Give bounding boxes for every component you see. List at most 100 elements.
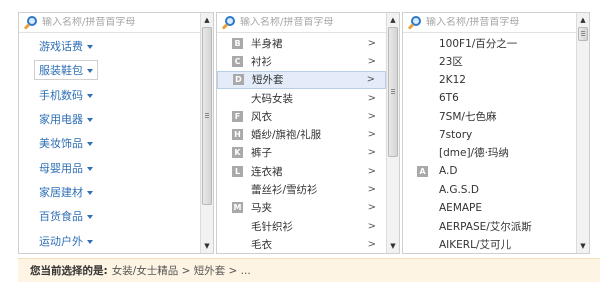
chevron-right-icon: > — [367, 92, 376, 104]
category-item[interactable]: 游戏话费 — [19, 34, 200, 58]
category-label[interactable]: 家用电器 — [39, 113, 83, 126]
index-letter-badge — [417, 38, 428, 49]
subcategory-item[interactable]: B 半身裙 > — [217, 34, 386, 52]
brand-item[interactable]: [dme]/德·玛纳 — [403, 144, 576, 162]
chevron-right-icon: > — [367, 220, 376, 232]
brand-list: 100F1/百分之一 23区 2K12 6T6 7SM/七色麻 7story [dme]/德… — [403, 34, 576, 253]
brand-item[interactable]: 6T6 — [403, 89, 576, 107]
search-icon — [407, 15, 423, 30]
dropdown-arrow-icon — [87, 166, 93, 171]
category-search-input[interactable] — [42, 17, 182, 28]
brand-label: 7SM/七色麻 — [439, 110, 497, 123]
brand-search-input[interactable] — [426, 17, 566, 28]
category-label[interactable]: 服装鞋包 — [39, 64, 83, 77]
brand-label: AIKERL/艾可儿 — [439, 238, 511, 251]
brand-item[interactable]: 2K12 — [403, 71, 576, 89]
brand-label: 23区 — [439, 55, 463, 68]
dropdown-arrow-icon — [87, 69, 93, 74]
index-letter-badge — [417, 147, 428, 158]
brand-label: A.D — [439, 165, 458, 178]
subcategory-item[interactable]: 大码女装 > — [217, 89, 386, 107]
index-letter-badge: D — [233, 74, 244, 86]
subcategory-panel: B 半身裙 > C 衬衫 > D 短外套 > 大码女装 > F 风衣 > H 婚纱/旗袍/礼服 > K 裤子 > L 连衣… — [216, 12, 400, 254]
category-label[interactable]: 手机数码 — [39, 89, 83, 102]
category-item[interactable]: 家居建材 — [19, 180, 200, 204]
subcategory-item[interactable]: 毛针织衫 > — [217, 217, 386, 235]
brand-item[interactable]: AERPASE/艾尔派斯 — [403, 217, 576, 235]
subcategory-scrollbar[interactable]: ▲ ▼ — [386, 13, 399, 253]
subcategory-item-selected[interactable]: D 短外套 > — [217, 70, 386, 89]
category-item[interactable]: 运动户外 — [19, 228, 200, 252]
chevron-right-icon: > — [367, 110, 376, 122]
subcategory-label: 大码女装 — [251, 92, 293, 105]
subcategory-item[interactable]: H 婚纱/旗袍/礼服 > — [217, 125, 386, 143]
subcategory-item[interactable]: 蕾丝衫/雪纺衫 > — [217, 180, 386, 198]
selection-path-bar: 您当前选择的是: 女装/女士精品 > 短外套 > ... — [18, 258, 600, 282]
scroll-thumb[interactable] — [578, 27, 588, 41]
category-label[interactable]: 母婴用品 — [39, 162, 83, 175]
brand-panel: 100F1/百分之一 23区 2K12 6T6 7SM/七色麻 7story [dme]/德… — [402, 12, 590, 254]
category-item[interactable]: 手机数码 — [19, 83, 200, 107]
index-letter-badge: L — [232, 165, 243, 177]
category-label[interactable]: 游戏话费 — [39, 40, 83, 53]
category-label[interactable]: 美妆饰品 — [39, 137, 83, 150]
scroll-up-icon[interactable]: ▲ — [201, 14, 213, 26]
dropdown-arrow-icon — [87, 239, 93, 244]
chevron-right-icon: > — [367, 55, 376, 67]
dropdown-arrow-icon — [87, 142, 93, 147]
category-label[interactable]: 百货食品 — [39, 210, 83, 223]
chevron-right-icon: > — [367, 147, 376, 159]
index-letter-badge: K — [232, 147, 243, 159]
brand-item[interactable]: 100F1/百分之一 — [403, 34, 576, 52]
subcategory-label: 婚纱/旗袍/礼服 — [251, 129, 322, 142]
index-letter-badge — [417, 93, 428, 104]
subcategory-item[interactable]: M 马夹 > — [217, 199, 386, 217]
category-item[interactable]: 美妆饰品 — [19, 131, 200, 155]
subcategory-item[interactable]: L 连衣裙 > — [217, 162, 386, 180]
brand-scrollbar[interactable]: ▲ ▼ — [576, 13, 589, 253]
index-letter-badge — [417, 239, 428, 250]
subcategory-label: 风衣 — [251, 110, 272, 123]
category-item[interactable]: 服装鞋包 — [19, 58, 200, 82]
subcategory-label: 半身裙 — [251, 37, 283, 50]
brand-item[interactable]: AEMAPE — [403, 199, 576, 217]
chevron-right-icon: > — [367, 129, 376, 141]
subcategory-item[interactable]: F 风衣 > — [217, 107, 386, 125]
brand-item[interactable]: 23区 — [403, 52, 576, 70]
category-item[interactable]: 百货食品 — [19, 204, 200, 228]
index-letter-badge — [417, 111, 428, 122]
category-panel: 游戏话费服装鞋包手机数码家用电器美妆饰品母婴用品家居建材百货食品运动户外 ▲ ▼ — [18, 12, 214, 254]
category-label[interactable]: 家居建材 — [39, 186, 83, 199]
brand-label: A.G.S.D — [439, 183, 479, 196]
subcategory-item[interactable]: K 裤子 > — [217, 144, 386, 162]
index-letter-badge: A — [417, 165, 428, 177]
subcategory-item[interactable]: 毛衣 > — [217, 235, 386, 253]
scroll-up-icon[interactable]: ▲ — [577, 14, 589, 26]
scroll-thumb[interactable] — [202, 27, 212, 205]
brand-item[interactable]: A.G.S.D — [403, 180, 576, 198]
index-letter-badge: C — [232, 55, 243, 67]
category-label[interactable]: 运动户外 — [39, 235, 83, 248]
subcategory-label: 连衣裙 — [251, 165, 283, 178]
brand-item[interactable]: 7SM/七色麻 — [403, 107, 576, 125]
brand-item[interactable]: A A.D — [403, 162, 576, 180]
subcategory-item[interactable]: C 衬衫 > — [217, 52, 386, 70]
index-letter-badge — [232, 221, 243, 232]
category-item[interactable]: 母婴用品 — [19, 155, 200, 179]
brand-label: [dme]/德·玛纳 — [439, 147, 509, 160]
brand-label: 100F1/百分之一 — [439, 37, 518, 50]
scroll-down-icon[interactable]: ▼ — [577, 240, 589, 252]
scroll-down-icon[interactable]: ▼ — [201, 240, 213, 252]
scroll-thumb[interactable] — [388, 27, 398, 157]
brand-label: AEMAPE — [439, 201, 483, 214]
scroll-down-icon[interactable]: ▼ — [387, 240, 399, 252]
category-scrollbar[interactable]: ▲ ▼ — [200, 13, 213, 253]
scroll-up-icon[interactable]: ▲ — [387, 14, 399, 26]
index-letter-badge: F — [232, 110, 243, 122]
chevron-right-icon: > — [367, 238, 376, 250]
brand-item[interactable]: AIKERL/艾可儿 — [403, 235, 576, 253]
subcategory-search-input[interactable] — [240, 17, 380, 28]
brand-item[interactable]: 7story — [403, 125, 576, 143]
category-item[interactable]: 家用电器 — [19, 107, 200, 131]
index-letter-badge: H — [232, 129, 243, 141]
